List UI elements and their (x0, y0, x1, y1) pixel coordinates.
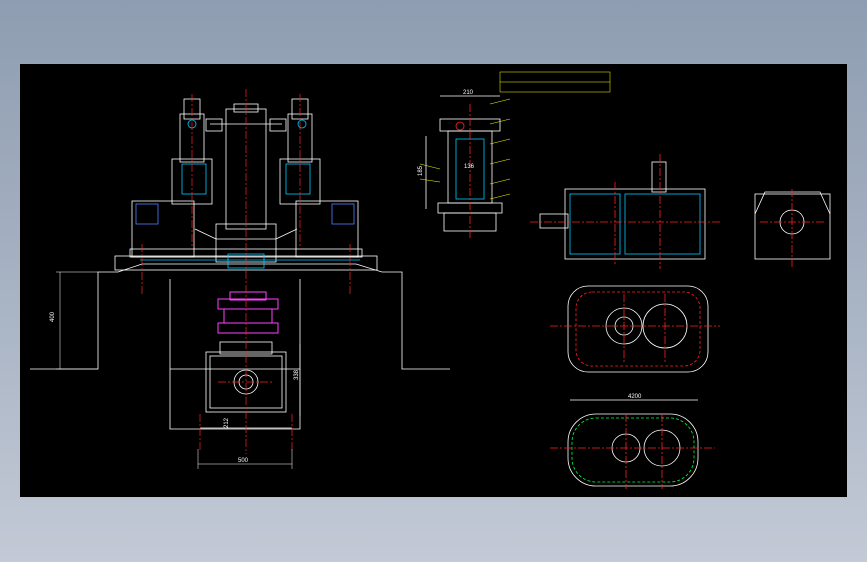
reducer-elevation (530, 154, 720, 269)
coupling (217, 291, 279, 334)
annotation-leaders (419, 71, 611, 200)
reducer-end-view (754, 189, 831, 269)
section-hatching (140, 119, 360, 269)
main-elevation-view (30, 98, 450, 430)
reducer-plan-view-bottom (550, 399, 715, 489)
dim-section-mid: 136 (464, 164, 475, 170)
dim-gearbox-width: 500 (238, 458, 249, 464)
center-lines (141, 89, 351, 454)
dim-top-right-width: 4200 (628, 394, 642, 400)
dim-section-side-height: 185 (418, 165, 424, 176)
dimension-lines (56, 271, 301, 469)
reducer-plan-view-top (550, 285, 720, 373)
dim-section-top-width: 210 (463, 90, 474, 96)
dim-gearbox-height: 338 (294, 369, 300, 380)
cad-drawing-area: 400 338 212 500 210 185 136 4200 (20, 64, 847, 497)
dim-foundation-height: 400 (50, 311, 56, 322)
dim-gearbox-side: 212 (224, 417, 230, 428)
cad-drawing: 400 338 212 500 210 185 136 4200 (30, 71, 831, 489)
